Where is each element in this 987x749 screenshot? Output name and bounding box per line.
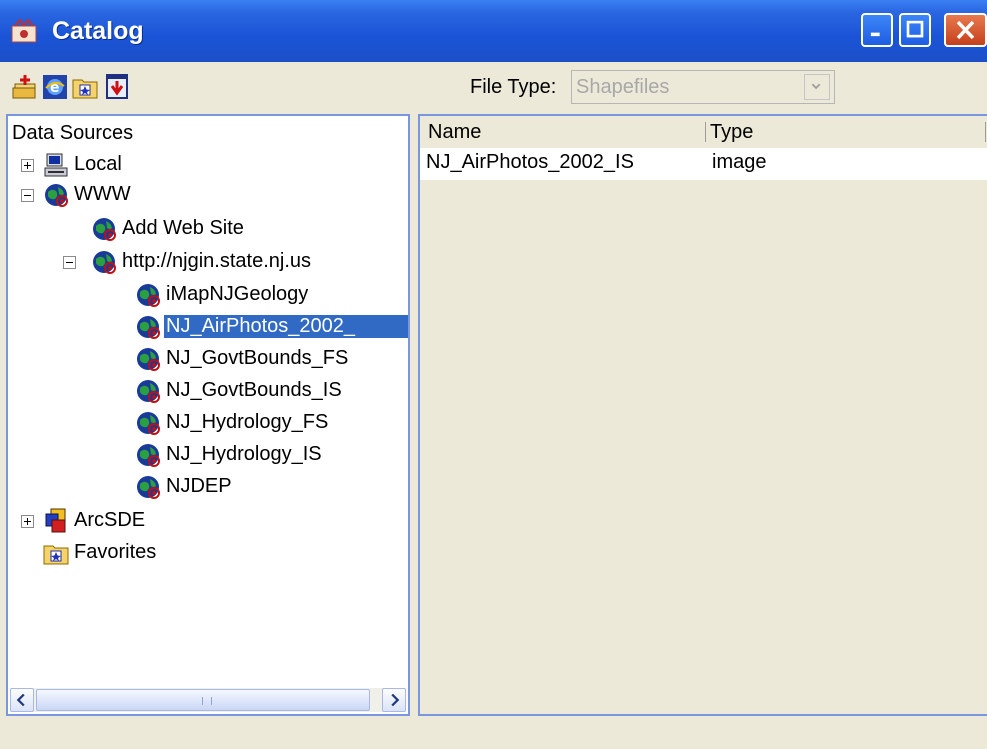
row-type: image <box>712 151 767 173</box>
tree-node-label: NJ_Hydrology_IS <box>166 443 322 465</box>
tree-node-label: NJDEP <box>166 475 232 497</box>
contents-list[interactable]: Name Type NJ_AirPhotos_2002_IS image <box>418 114 987 716</box>
scroll-thumb[interactable] <box>36 689 370 711</box>
globe-icon <box>137 348 160 371</box>
tree-node-label: Favorites <box>74 541 157 563</box>
globe-icon <box>137 444 160 467</box>
window-title: Catalog <box>52 17 144 45</box>
download-icon[interactable] <box>104 74 130 100</box>
tree-node-label: http://njgin.state.nj.us <box>122 250 312 272</box>
file-type-dropdown-button[interactable] <box>804 74 830 100</box>
tree-node-label: NJ_AirPhotos_2002_ <box>164 315 408 338</box>
tree-node-nj-govtbounds-is[interactable]: NJ_GovtBounds_IS <box>8 376 398 406</box>
tree-node-label: NJ_Hydrology_FS <box>166 411 329 433</box>
maximize-button[interactable] <box>899 13 931 47</box>
tree-root-label: Data Sources <box>12 122 134 144</box>
status-bar <box>0 716 987 749</box>
add-data-icon[interactable] <box>12 74 38 100</box>
globe-icon <box>137 412 160 435</box>
tree-node-label: WWW <box>74 183 131 205</box>
tree-node-imapnjgeology[interactable]: iMapNJGeology <box>8 280 398 310</box>
tree-node-www[interactable]: WWW <box>8 180 308 210</box>
tree-node-favorites[interactable]: Favorites <box>8 538 308 568</box>
file-type-label: File Type: <box>470 76 557 98</box>
close-button[interactable] <box>944 13 987 47</box>
file-type-select[interactable]: Shapefiles <box>571 70 835 104</box>
catalog-app-icon <box>11 18 37 43</box>
tree-node-nj-airphotos[interactable]: NJ_AirPhotos_2002_ <box>8 312 408 342</box>
chevron-left-icon <box>16 693 25 707</box>
minimize-button[interactable] <box>861 13 893 47</box>
expand-icon[interactable] <box>21 159 34 172</box>
tree-node-label: NJ_GovtBounds_FS <box>166 347 349 369</box>
column-header-type[interactable]: Type <box>710 121 753 144</box>
globe-icon <box>93 218 116 241</box>
table-header: Name Type <box>420 116 987 148</box>
expand-icon[interactable] <box>21 515 34 528</box>
table-row[interactable]: NJ_AirPhotos_2002_IS image <box>420 148 987 180</box>
tree-node-add-web-site[interactable]: Add Web Site <box>8 214 308 244</box>
globe-icon <box>93 251 116 274</box>
tree-node-njgin-server[interactable]: http://njgin.state.nj.us <box>8 247 398 277</box>
globe-icon <box>137 476 160 499</box>
tree-node-label: Local <box>74 153 122 175</box>
internet-explorer-icon[interactable]: e <box>42 74 68 100</box>
tree-node-nj-hydrology-is[interactable]: NJ_Hydrology_IS <box>8 440 398 470</box>
title-bar[interactable]: Catalog <box>0 0 987 62</box>
file-type-value: Shapefiles <box>576 76 670 98</box>
tree-node-arcsde[interactable]: ArcSDE <box>8 506 308 536</box>
favorites-folder-icon[interactable] <box>72 74 98 100</box>
tree-node-nj-hydrology-fs[interactable]: NJ_Hydrology_FS <box>8 408 398 438</box>
chevron-down-icon <box>811 83 821 90</box>
globe-icon <box>137 380 160 403</box>
database-icon <box>45 508 66 533</box>
column-separator[interactable] <box>705 122 706 142</box>
tree-node-label: NJ_GovtBounds_IS <box>166 379 342 401</box>
grip-icon <box>202 697 212 705</box>
column-separator[interactable] <box>985 122 986 142</box>
horizontal-scrollbar[interactable] <box>10 688 406 712</box>
tree-node-njdep[interactable]: NJDEP <box>8 472 398 502</box>
close-icon <box>956 20 975 40</box>
collapse-icon[interactable] <box>21 189 34 202</box>
globe-icon <box>137 284 160 307</box>
collapse-icon[interactable] <box>63 256 76 269</box>
chevron-right-icon <box>391 693 400 707</box>
tree-node-label: Add Web Site <box>122 217 244 239</box>
data-sources-tree[interactable]: Data Sources Local WWW Add Web Site http… <box>6 114 410 716</box>
globe-icon <box>137 316 160 339</box>
column-header-name[interactable]: Name <box>428 121 481 144</box>
maximize-icon <box>906 20 924 38</box>
tree-node-nj-govtbounds-fs[interactable]: NJ_GovtBounds_FS <box>8 344 398 374</box>
globe-icon <box>45 184 68 207</box>
tree-node-label: iMapNJGeology <box>166 283 309 305</box>
tree-node-local[interactable]: Local <box>8 150 308 180</box>
scroll-right-button[interactable] <box>382 688 406 712</box>
scroll-left-button[interactable] <box>10 688 34 712</box>
computer-icon <box>44 153 68 177</box>
favorites-folder-icon <box>43 545 69 565</box>
minimize-icon <box>870 32 880 37</box>
row-name: NJ_AirPhotos_2002_IS <box>426 151 634 173</box>
tree-node-label: ArcSDE <box>74 509 146 531</box>
